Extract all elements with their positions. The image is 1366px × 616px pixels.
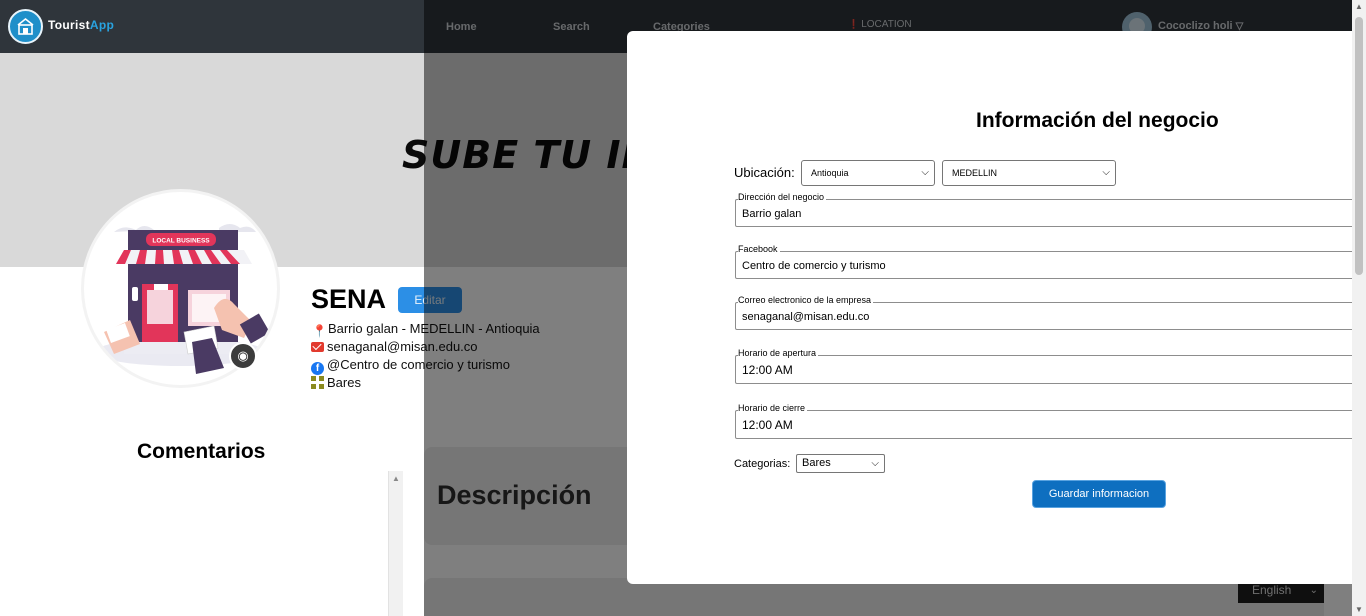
page-scrollbar[interactable]: ▲ ▼ [1352,0,1366,616]
scroll-up-icon[interactable]: ▲ [1355,2,1363,11]
business-name: SENA [311,284,387,314]
facebook-icon: f [311,362,324,375]
scroll-down-icon[interactable]: ▼ [1355,605,1363,614]
email-field-label: Correo electronico de la empresa [738,295,874,305]
facebook-field[interactable]: Centro de comercio y turismo [735,251,1352,279]
category-grid-icon [311,376,324,389]
closing-time-field[interactable]: 12:00 AM [735,410,1352,439]
chevron-down-icon: ⌵ [1102,167,1110,178]
categories-label: Categorias: [734,458,791,470]
chevron-down-icon: ⌵ [921,167,929,178]
comments-scrollbar[interactable]: ▲ [388,471,403,616]
address-field[interactable]: Barrio galan [735,199,1352,227]
address-field-label: Dirección del negocio [738,192,827,202]
location-pin-icon: 📍 [312,324,327,338]
closing-time-label: Horario de cierre [738,403,808,413]
business-info-modal: Información del negocio Ubicación: Antio… [627,31,1352,584]
facebook-field-label: Facebook [738,244,780,254]
comments-title: Comentarios [137,440,266,463]
department-select[interactable]: Antioquia ⌵ [801,160,935,186]
opening-time-label: Horario de apertura [738,348,819,358]
email-field[interactable]: senaganal@misan.edu.co [735,302,1352,330]
city-select[interactable]: MEDELLIN ⌵ [942,160,1116,186]
location-label: Ubicación: [734,165,795,180]
scrollbar-thumb[interactable] [1355,17,1363,275]
category-select[interactable]: Bares ⌵ [796,454,885,473]
scroll-up-icon[interactable]: ▲ [392,474,400,483]
chevron-down-icon: ⌵ [871,458,879,469]
svg-text:LOCAL BUSINESS: LOCAL BUSINESS [152,238,210,245]
brand-name[interactable]: TouristApp [48,18,114,32]
comments-list[interactable] [0,471,404,616]
mail-icon [311,342,324,352]
save-button[interactable]: Guardar informacion [1032,480,1166,508]
modal-title: Información del negocio [976,109,1219,132]
business-category: Bares [311,375,361,390]
logo-icon[interactable] [8,9,43,44]
camera-icon[interactable]: ◉ [229,342,257,370]
opening-time-field[interactable]: 12:00 AM [735,355,1352,384]
